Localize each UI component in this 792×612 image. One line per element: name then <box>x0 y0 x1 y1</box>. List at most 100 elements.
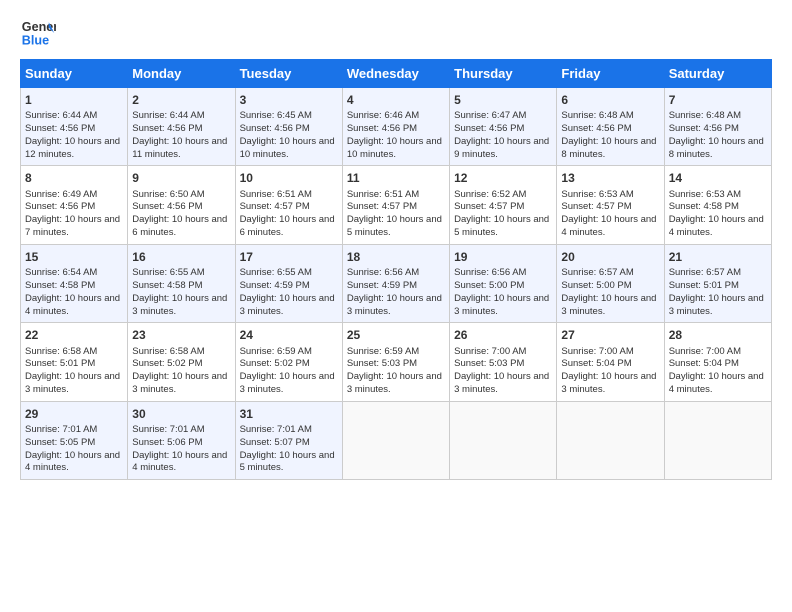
day-number: 24 <box>240 327 338 343</box>
daylight-text: Daylight: 10 hours and 5 minutes. <box>240 450 335 474</box>
calendar-cell: 22 Sunrise: 6:58 AMSunset: 5:01 PM Dayligh… <box>21 323 128 401</box>
sunset-text: Sunset: 4:57 PM <box>561 201 631 212</box>
day-number: 5 <box>454 92 552 108</box>
daylight-text: Daylight: 10 hours and 3 minutes. <box>454 371 549 395</box>
calendar-cell: 25Sunrise: 6:59 AMSunset: 5:03 PMDayligh… <box>342 323 449 401</box>
day-number: 26 <box>454 327 552 343</box>
sunset-text: Sunset: 4:56 PM <box>454 123 524 134</box>
day-number: 31 <box>240 406 338 422</box>
sunrise-text: Sunrise: 6:58 AM <box>25 346 97 357</box>
page: General Blue SundayMondayTuesdayWednesda… <box>0 0 792 495</box>
sunrise-text: Sunrise: 6:54 AM <box>25 267 97 278</box>
calendar-cell <box>342 401 449 479</box>
sunset-text: Sunset: 4:58 PM <box>669 201 739 212</box>
sunrise-text: Sunrise: 6:48 AM <box>669 110 741 121</box>
day-number: 9 <box>132 170 230 186</box>
day-number: 17 <box>240 249 338 265</box>
day-number: 3 <box>240 92 338 108</box>
day-number: 22 <box>25 327 123 343</box>
calendar-cell: 2Sunrise: 6:44 AMSunset: 4:56 PMDaylight… <box>128 88 235 166</box>
header-cell-thursday: Thursday <box>450 60 557 88</box>
calendar-cell <box>450 401 557 479</box>
daylight-text: Daylight: 10 hours and 3 minutes. <box>132 293 227 317</box>
sunrise-text: Sunrise: 6:50 AM <box>132 189 204 200</box>
calendar-cell: 14Sunrise: 6:53 AMSunset: 4:58 PMDayligh… <box>664 166 771 244</box>
day-number: 19 <box>454 249 552 265</box>
day-number: 4 <box>347 92 445 108</box>
calendar-cell: 12Sunrise: 6:52 AMSunset: 4:57 PMDayligh… <box>450 166 557 244</box>
sunset-text: Sunset: 4:57 PM <box>347 201 417 212</box>
sunset-text: Sunset: 4:56 PM <box>132 201 202 212</box>
sunrise-text: Sunrise: 6:55 AM <box>132 267 204 278</box>
day-number: 1 <box>25 92 123 108</box>
calendar-cell: 26Sunrise: 7:00 AMSunset: 5:03 PMDayligh… <box>450 323 557 401</box>
day-number: 16 <box>132 249 230 265</box>
header-cell-wednesday: Wednesday <box>342 60 449 88</box>
day-number: 11 <box>347 170 445 186</box>
calendar-cell: 6Sunrise: 6:48 AMSunset: 4:56 PMDaylight… <box>557 88 664 166</box>
sunrise-text: Sunrise: 6:56 AM <box>347 267 419 278</box>
sunset-text: Sunset: 4:57 PM <box>454 201 524 212</box>
calendar-cell: 27Sunrise: 7:00 AMSunset: 5:04 PMDayligh… <box>557 323 664 401</box>
header-cell-tuesday: Tuesday <box>235 60 342 88</box>
calendar-cell: 23Sunrise: 6:58 AMSunset: 5:02 PMDayligh… <box>128 323 235 401</box>
sunrise-text: Sunrise: 7:01 AM <box>25 424 97 435</box>
sunrise-text: Sunrise: 6:47 AM <box>454 110 526 121</box>
sunrise-text: Sunrise: 6:44 AM <box>25 110 97 121</box>
sunrise-text: Sunrise: 6:56 AM <box>454 267 526 278</box>
sunset-text: Sunset: 5:05 PM <box>25 437 95 448</box>
header: General Blue <box>20 15 772 51</box>
week-row-4: 22 Sunrise: 6:58 AMSunset: 5:01 PM Dayligh… <box>21 323 772 401</box>
sunset-text: Sunset: 4:56 PM <box>25 123 95 134</box>
daylight-text: Daylight: 10 hours and 7 minutes. <box>25 214 120 238</box>
header-cell-saturday: Saturday <box>664 60 771 88</box>
calendar-cell: 30Sunrise: 7:01 AMSunset: 5:06 PMDayligh… <box>128 401 235 479</box>
daylight-text: Daylight: 10 hours and 3 minutes. <box>454 293 549 317</box>
calendar-cell: 18Sunrise: 6:56 AMSunset: 4:59 PMDayligh… <box>342 244 449 322</box>
day-number: 6 <box>561 92 659 108</box>
calendar-cell: 17Sunrise: 6:55 AMSunset: 4:59 PMDayligh… <box>235 244 342 322</box>
sunset-text: Sunset: 4:56 PM <box>240 123 310 134</box>
daylight-text: Daylight: 10 hours and 3 minutes. <box>347 293 442 317</box>
sunrise-text: Sunrise: 6:44 AM <box>132 110 204 121</box>
day-number: 25 <box>347 327 445 343</box>
sunset-text: Sunset: 4:56 PM <box>347 123 417 134</box>
sunset-text: Sunset: 4:57 PM <box>240 201 310 212</box>
day-number: 29 <box>25 406 123 422</box>
sunrise-text: Sunrise: 6:57 AM <box>561 267 633 278</box>
sunset-text: Sunset: 4:58 PM <box>132 280 202 291</box>
daylight-text: Daylight: 10 hours and 3 minutes. <box>132 371 227 395</box>
calendar-cell <box>664 401 771 479</box>
sunrise-text: Sunrise: 7:00 AM <box>669 346 741 357</box>
daylight-text: Daylight: 10 hours and 3 minutes. <box>561 371 656 395</box>
sunset-text: Sunset: 5:01 PM <box>669 280 739 291</box>
sunrise-text: Sunrise: 7:01 AM <box>240 424 312 435</box>
header-cell-friday: Friday <box>557 60 664 88</box>
sunrise-text: Sunrise: 6:45 AM <box>240 110 312 121</box>
sunrise-text: Sunrise: 6:59 AM <box>347 346 419 357</box>
sunrise-text: Sunrise: 7:00 AM <box>454 346 526 357</box>
calendar-cell: 21Sunrise: 6:57 AMSunset: 5:01 PMDayligh… <box>664 244 771 322</box>
day-number: 12 <box>454 170 552 186</box>
daylight-text: Daylight: 10 hours and 5 minutes. <box>454 214 549 238</box>
sunset-text: Sunset: 5:01 PM <box>25 358 95 369</box>
daylight-text: Daylight: 10 hours and 6 minutes. <box>132 214 227 238</box>
sunset-text: Sunset: 5:04 PM <box>561 358 631 369</box>
sunrise-text: Sunrise: 6:53 AM <box>561 189 633 200</box>
daylight-text: Daylight: 10 hours and 3 minutes. <box>240 371 335 395</box>
calendar-cell: 29Sunrise: 7:01 AMSunset: 5:05 PMDayligh… <box>21 401 128 479</box>
daylight-text: Daylight: 10 hours and 3 minutes. <box>25 371 120 395</box>
calendar-cell: 9 Sunrise: 6:50 AMSunset: 4:56 PM Daylight… <box>128 166 235 244</box>
day-number: 27 <box>561 327 659 343</box>
calendar-cell: 7Sunrise: 6:48 AMSunset: 4:56 PMDaylight… <box>664 88 771 166</box>
sunset-text: Sunset: 5:03 PM <box>347 358 417 369</box>
calendar-cell: 3Sunrise: 6:45 AMSunset: 4:56 PMDaylight… <box>235 88 342 166</box>
day-number: 20 <box>561 249 659 265</box>
calendar-cell <box>557 401 664 479</box>
calendar-cell: 1Sunrise: 6:44 AMSunset: 4:56 PMDaylight… <box>21 88 128 166</box>
logo-icon: General Blue <box>20 15 56 51</box>
calendar-cell: 15Sunrise: 6:54 AMSunset: 4:58 PMDayligh… <box>21 244 128 322</box>
calendar-cell: 10Sunrise: 6:51 AMSunset: 4:57 PMDayligh… <box>235 166 342 244</box>
day-number: 18 <box>347 249 445 265</box>
calendar-cell: 24Sunrise: 6:59 AMSunset: 5:02 PMDayligh… <box>235 323 342 401</box>
